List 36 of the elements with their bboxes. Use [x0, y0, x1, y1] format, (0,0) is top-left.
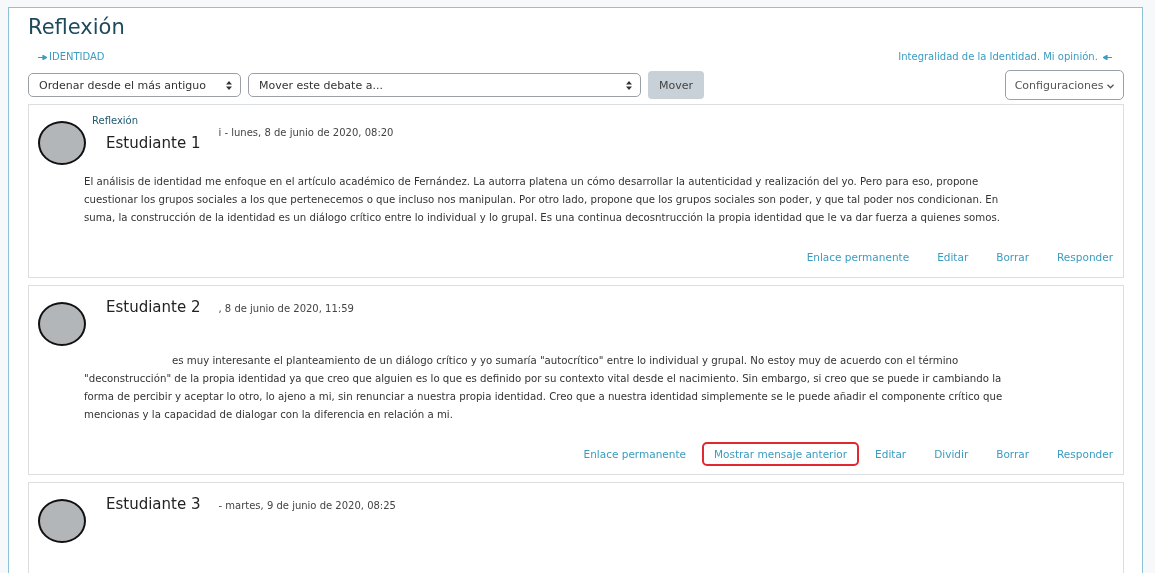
post-date: - martes, 9 de junio de 2020, 08:25 — [218, 500, 396, 511]
avatar-icon — [38, 302, 86, 346]
post-action-link[interactable]: Dividir — [922, 442, 981, 466]
sort-dropdown[interactable]: Ordenar desde el más antiguo — [28, 73, 241, 97]
arrow-right-icon — [38, 54, 47, 60]
next-link[interactable]: Integralidad de la Identidad. Mi opinión. — [898, 51, 1114, 62]
chevron-down-icon — [1107, 83, 1114, 89]
post-action-link[interactable]: Mostrar mensaje anterior — [702, 442, 860, 466]
updown-caret-icon — [626, 80, 632, 90]
move-button[interactable]: Mover — [648, 71, 705, 99]
post-subject: Reflexión — [92, 115, 140, 126]
author-name: Estudiante 1 — [106, 134, 201, 152]
post-action-link[interactable]: Enlace permanente — [794, 245, 922, 269]
page-title: Reflexión — [28, 14, 126, 41]
post-action-link[interactable]: Responder — [1045, 245, 1115, 269]
post-date: i - lunes, 8 de junio de 2020, 08:20 — [218, 127, 394, 138]
post-action-link[interactable]: Borrar — [984, 442, 1042, 466]
move-dropdown[interactable]: Mover este debate a... — [248, 73, 641, 97]
avatar-icon — [38, 499, 86, 543]
author-name: Estudiante 2 — [106, 298, 201, 316]
post-action-link[interactable]: Borrar — [984, 245, 1042, 269]
post-action-link[interactable]: Editar — [863, 442, 919, 466]
post-action-link[interactable]: Enlace permanente — [571, 442, 698, 466]
previous-link[interactable]: IDENTIDAD — [36, 51, 105, 62]
post-date: , 8 de junio de 2020, 11:59 — [218, 303, 354, 314]
post-action-link[interactable]: Responder — [1045, 442, 1115, 466]
post-action-link[interactable]: Editar — [925, 245, 981, 269]
updown-caret-icon — [226, 80, 232, 90]
post-text: El análisis de identidad me enfoque en el artículo académico de Fernández. La autorra platena un cómo desarrollar la autenticidad y realización del yo. Pero para eso, propone cuestionar los grupos sociales a los que pertenecemos o que incluso nos manipulan. Por otro lado, propone que los grupos sociales son poder, y que tal poder nos condicionan. En suma, la construcción de la identidad es un diálogo crítico entre lo individual y lo grupal. Es una continua decosntrucción la propia identidad que le va dar fuerza a quienes somos. — [84, 175, 1001, 225]
arrow-left-icon — [1103, 54, 1112, 60]
sort-label: Ordenar desde el más antiguo — [39, 78, 206, 92]
move-label: Mover este debate a... — [259, 78, 383, 92]
avatar-icon — [38, 121, 86, 165]
author-name: Estudiante 3 — [106, 495, 201, 513]
post-text: es muy interesante el planteamiento de un diálogo crítico y yo sumaría "autocrítico" entre lo individual y grupal. No estoy muy de acuerdo con el término "deconstrucción" de la propia identidad ya que creo que alguien es lo que es definido por su contexto vital desde el nacimiento. Sin embargo, si creo que se puede ir cambiando la forma de percibir y aceptar lo otro, lo ajeno a mi, sin renunciar a nuestra propia identidad. Creo que a nuestra identidad simplemente se le puede añadir el componente crítico que mencionas y la capacidad de dialogar con la diferencia en relación a mi. — [84, 354, 1004, 422]
settings-dropdown[interactable]: Configuraciones — [1004, 70, 1124, 100]
